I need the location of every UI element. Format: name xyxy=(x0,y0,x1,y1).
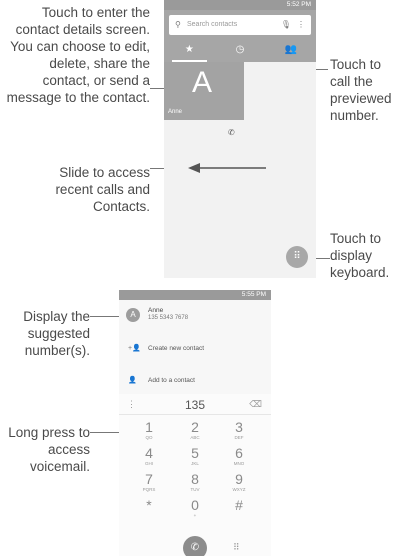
key-3[interactable]: 3 DEF xyxy=(219,420,259,441)
key-digit: 2 xyxy=(191,419,199,435)
more-vert-icon[interactable]: ⋮ xyxy=(297,15,305,35)
phone-screen-contacts: 5:52 PM ⚲ Search contacts 🎙 ⋮ ★ ◷ 👥 A An… xyxy=(164,0,316,278)
key-letters: ABC xyxy=(190,435,200,440)
key-letters: DEF xyxy=(234,435,244,440)
key-digit: 0 xyxy=(191,497,199,513)
suggestion-number: 135 5343 7678 xyxy=(148,315,189,321)
key-letters: QO xyxy=(145,435,153,440)
status-time: 5:55 PM xyxy=(241,291,266,298)
person-icon: 👤 xyxy=(128,377,137,384)
key-digit: 4 xyxy=(145,445,153,461)
contact-card[interactable]: A Anne ✆ xyxy=(164,62,244,137)
key-digit: 8 xyxy=(191,471,199,487)
phone-screen-dialer: 5:55 PM A Anne 135 5343 7678 +👤 Create n… xyxy=(119,290,271,556)
search-input[interactable]: ⚲ Search contacts 🎙 ⋮ xyxy=(169,15,311,35)
dialed-number-row: ⋮ 135 ⌫ xyxy=(119,394,271,415)
backspace-icon[interactable]: ⌫ xyxy=(249,399,262,410)
key-4[interactable]: 4 GHI xyxy=(129,446,169,467)
status-time: 5:52 PM xyxy=(286,1,311,8)
suggestion-list: A Anne 135 5343 7678 +👤 Create new conta… xyxy=(119,300,271,398)
suggestion-name: Anne xyxy=(148,307,164,314)
create-new-contact-label: Create new contact xyxy=(148,345,205,352)
contact-name: Anne xyxy=(168,109,183,115)
key-letters: + xyxy=(193,513,197,518)
key-5[interactable]: 5 JKL xyxy=(175,446,215,467)
slide-arrow-icon xyxy=(188,163,266,173)
key-star[interactable]: * xyxy=(129,498,169,513)
phone-icon: ✆ xyxy=(190,542,200,553)
key-letters: TUV xyxy=(190,487,200,492)
tab-favorites[interactable]: ★ xyxy=(164,40,215,62)
key-hash[interactable]: # xyxy=(219,498,259,513)
key-0[interactable]: 0 + xyxy=(175,498,215,519)
key-digit: * xyxy=(146,497,152,513)
status-bar: 5:55 PM xyxy=(119,290,271,300)
call-button[interactable]: ✆ xyxy=(183,536,207,556)
dialed-number[interactable]: 135 xyxy=(119,398,271,412)
key-1[interactable]: 1 QO xyxy=(129,420,169,441)
key-letters: PQRS xyxy=(142,487,156,492)
contact-initial: A xyxy=(192,66,213,99)
key-letters: WXYZ xyxy=(232,487,246,492)
tab-bar: ★ ◷ 👥 xyxy=(164,40,316,62)
search-icon: ⚲ xyxy=(175,20,181,29)
key-2[interactable]: 2 ABC xyxy=(175,420,215,441)
phone-icon[interactable]: ✆ xyxy=(228,128,235,137)
key-8[interactable]: 8 TUV xyxy=(175,472,215,493)
dialpad-icon[interactable]: ⠿ xyxy=(286,246,308,268)
key-9[interactable]: 9 WXYZ xyxy=(219,472,259,493)
key-digit: 3 xyxy=(235,419,243,435)
key-letters: JKL xyxy=(191,461,199,466)
key-digit: 9 xyxy=(235,471,243,487)
avatar: A xyxy=(126,308,140,322)
tab-contacts[interactable]: 👥 xyxy=(265,40,316,62)
callout-display-keyboard: Touch to display keyboard. xyxy=(330,231,390,280)
dialpad-icon[interactable]: ⠿ xyxy=(233,542,240,553)
callout-long-press: Long press to access voicemail. xyxy=(8,425,90,474)
key-digit: 6 xyxy=(235,445,243,461)
key-letters: MNO xyxy=(233,461,245,466)
status-bar: 5:52 PM xyxy=(164,0,316,10)
app-bar: ⚲ Search contacts 🎙 ⋮ ★ ◷ 👥 xyxy=(164,10,316,62)
key-letters: GHI xyxy=(144,461,153,466)
key-7[interactable]: 7 PQRS xyxy=(129,472,169,493)
key-digit: 5 xyxy=(191,445,199,461)
key-digit: # xyxy=(235,497,243,513)
dialpad: ⋮ 135 ⌫ 1 QO 2 ABC 3 DEF 4 GHI 5 JKL 6 MNO 7 PQ… xyxy=(119,394,271,556)
callout-suggested: Display the suggested number(s). xyxy=(23,309,90,358)
tab-recents[interactable]: ◷ xyxy=(215,40,266,62)
search-placeholder: Search contacts xyxy=(187,21,238,28)
callout-contact-details: Touch to enter the contact details scree… xyxy=(6,5,150,105)
key-digit: 1 xyxy=(145,419,153,435)
add-person-icon: +👤 xyxy=(128,345,141,352)
key-digit: 7 xyxy=(145,471,153,487)
callout-slide: Slide to access recent calls and Contact… xyxy=(55,165,150,214)
mic-icon[interactable]: 🎙 xyxy=(281,15,291,35)
callout-call-previewed: Touch to call the previewed number. xyxy=(330,57,392,123)
add-to-contact-label: Add to a contact xyxy=(148,377,195,384)
key-6[interactable]: 6 MNO xyxy=(219,446,259,467)
